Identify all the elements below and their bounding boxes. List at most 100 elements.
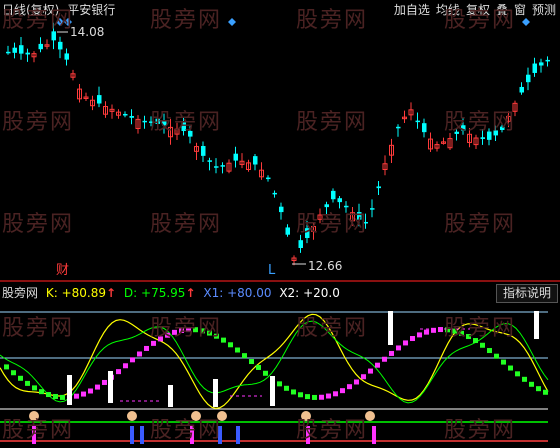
trend-block xyxy=(417,332,422,338)
trend-block xyxy=(319,394,324,400)
trend-block xyxy=(333,391,338,397)
x1-label: X1: xyxy=(203,286,224,300)
trend-block xyxy=(256,364,261,370)
candle-body xyxy=(149,121,154,123)
financial-report-marker: 财 xyxy=(56,263,69,276)
signal-diamond-icon xyxy=(228,18,236,26)
add-favorite-button[interactable]: 加自选 xyxy=(394,3,430,17)
trend-block xyxy=(172,329,177,335)
trend-block xyxy=(46,392,51,398)
trend-block xyxy=(60,394,65,400)
signal-bar xyxy=(168,385,173,407)
hand-pointer-icon xyxy=(217,411,227,421)
indicator-chart[interactable] xyxy=(0,301,560,444)
trend-block xyxy=(4,364,9,370)
volume-bar xyxy=(218,426,222,444)
low-price-label: 12.66 xyxy=(308,259,342,273)
trend-block xyxy=(480,342,485,348)
top-toolbar: 日线(复权) 平安银行 加自选 均线 复权叠窗预测 xyxy=(0,0,560,17)
x1-value: +80.00 xyxy=(227,286,272,300)
candle-body xyxy=(396,126,401,129)
trend-block xyxy=(179,327,184,333)
trend-block xyxy=(32,385,37,391)
candle-body xyxy=(279,206,284,213)
hand-pointer-icon xyxy=(191,411,201,421)
trend-block xyxy=(277,381,282,387)
trend-block xyxy=(459,330,464,336)
trend-block xyxy=(228,342,233,348)
x2-label: X2: xyxy=(279,286,300,300)
candle-body xyxy=(207,160,212,162)
candle-body xyxy=(6,51,11,54)
trend-block xyxy=(410,336,415,342)
indicator-chart-panel[interactable] xyxy=(0,301,560,444)
moving-average-button[interactable]: 均线 xyxy=(436,3,460,17)
trend-block xyxy=(39,389,44,395)
volume-bar xyxy=(372,426,376,444)
candle-body xyxy=(519,86,524,93)
trend-block xyxy=(473,338,478,344)
trend-block xyxy=(354,379,359,385)
window-button[interactable]: 窗 xyxy=(514,3,526,17)
candle-body xyxy=(487,131,492,140)
indicator-header: 股旁网 K: +80.89↑ D: +75.95↑ X1: +80.00 X2:… xyxy=(0,284,560,301)
trend-block xyxy=(438,327,443,333)
trend-block xyxy=(130,357,135,363)
trend-block xyxy=(207,330,212,336)
candle-body xyxy=(272,192,277,195)
trend-block xyxy=(501,359,506,365)
candle-body xyxy=(12,47,17,53)
trend-block xyxy=(186,327,191,333)
stock-name: 平安银行 xyxy=(67,3,116,17)
candle-body xyxy=(422,123,427,133)
volume-bar xyxy=(190,426,194,444)
candle-body xyxy=(214,166,219,168)
d-value: +75.95 xyxy=(141,286,186,300)
trend-block xyxy=(487,348,492,354)
signal-diamond-icon xyxy=(522,18,530,26)
trend-block xyxy=(529,381,534,387)
candlestick-chart[interactable]: 14.08 12.66 财 L xyxy=(0,0,560,278)
candle-body xyxy=(376,186,381,189)
candle-body xyxy=(324,204,329,208)
candle-body xyxy=(344,205,349,208)
candle-body xyxy=(331,190,336,200)
price-chart-panel[interactable]: 14.08 12.66 财 L xyxy=(0,0,560,278)
trend-block xyxy=(284,385,289,391)
candle-body xyxy=(123,113,128,116)
trend-block xyxy=(291,389,296,395)
indicator-name[interactable]: 股旁网 xyxy=(2,286,38,300)
trend-block xyxy=(74,393,79,399)
trend-block xyxy=(242,353,247,359)
trend-block xyxy=(494,353,499,359)
trend-block xyxy=(214,333,219,339)
overlay-button[interactable]: 叠 xyxy=(496,3,508,17)
trend-block xyxy=(165,332,170,338)
candle-body xyxy=(64,53,69,60)
candle-body xyxy=(233,153,238,161)
candle-body xyxy=(51,31,56,41)
trend-block xyxy=(200,328,205,334)
x2-value: +20.0 xyxy=(303,286,340,300)
candle-body xyxy=(545,59,550,62)
candle-body xyxy=(201,146,206,156)
trend-block xyxy=(53,393,58,399)
adjust-button[interactable]: 复权 xyxy=(466,3,490,17)
trend-block xyxy=(158,336,163,342)
trend-block xyxy=(11,370,16,376)
forecast-button[interactable]: 预测 xyxy=(532,3,556,17)
trend-block xyxy=(445,327,450,333)
trend-block xyxy=(305,394,310,400)
low-marker: L xyxy=(268,263,276,276)
trend-block xyxy=(249,359,254,365)
candle-body xyxy=(526,74,531,83)
trend-block xyxy=(18,375,23,381)
high-price-label: 14.08 xyxy=(70,25,104,39)
trend-block xyxy=(326,393,331,399)
period-label[interactable]: 日线(复权) xyxy=(2,3,59,17)
panel-divider[interactable] xyxy=(0,280,560,282)
trend-block xyxy=(522,376,527,382)
trend-block xyxy=(88,388,93,394)
hand-pointer-icon xyxy=(301,411,311,421)
k-up-arrow-icon: ↑ xyxy=(106,286,117,300)
